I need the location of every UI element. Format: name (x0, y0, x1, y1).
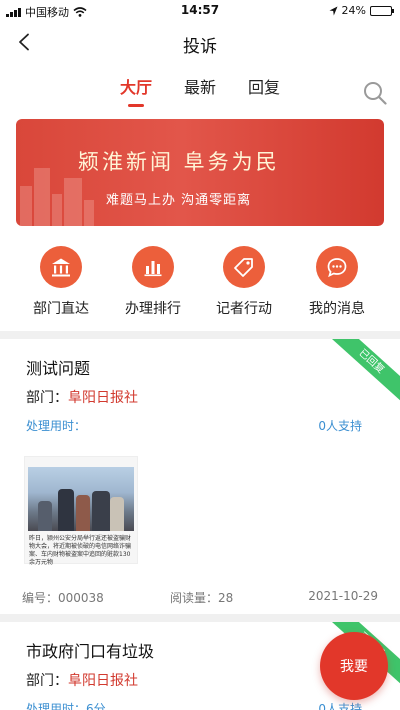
location-arrow-icon (329, 6, 338, 15)
status-badge: 已回复 (324, 339, 400, 406)
thumbnail-photo (28, 467, 134, 531)
bar-chart-icon (144, 261, 162, 277)
tab-reply[interactable]: 回复 (248, 74, 280, 98)
menu-reporter-action[interactable]: 记者行动 (199, 246, 289, 318)
support-count: 0人支持 (318, 419, 362, 433)
department-value: 阜阳日报社 (68, 390, 138, 406)
menu-label: 我的消息 (309, 301, 365, 317)
active-tab-indicator (128, 104, 144, 107)
tab-latest[interactable]: 最新 (184, 74, 216, 98)
support-count: 0人支持 (318, 702, 362, 710)
battery-icon (370, 5, 394, 16)
status-right: 24% (329, 4, 394, 17)
menu-icon-circle (316, 246, 358, 288)
nav-bar: 投诉 (0, 22, 400, 62)
complaint-card[interactable]: 已回复 测试问题 部门：阜阳日报社 处理用时： 0人支持 昨日，颍州公安分局举行… (0, 339, 400, 614)
card-title: 测试问题 (26, 359, 91, 378)
building-icon (52, 258, 70, 277)
department-label: 部门： (26, 390, 68, 406)
chevron-left-icon (19, 33, 29, 51)
processing-time: 处理用时：6分 (26, 702, 106, 710)
complaint-id: 编号：000038 (22, 591, 104, 605)
thumbnail-caption: 昨日，颍州公安分局举行返还被盗骗财物大会，将近期被侦破的电信网络诈骗案、车内财物… (29, 535, 132, 566)
menu-icon-circle (223, 246, 265, 288)
tag-icon (234, 258, 253, 277)
read-count: 阅读量：28 (170, 591, 234, 605)
menu-label: 办理排行 (125, 301, 181, 317)
menu-icon-circle (40, 246, 82, 288)
processing-time: 处理用时： (26, 419, 87, 433)
menu-label: 部门直达 (33, 301, 89, 317)
department-line: 部门：阜阳日报社 (26, 670, 138, 690)
section-divider (0, 331, 400, 339)
battery-percent: 24% (341, 4, 366, 17)
card-thumbnail[interactable]: 昨日，颍州公安分局举行返还被盗骗财物大会，将近期被侦破的电信网络诈骗案、车内财物… (24, 456, 138, 566)
menu-icon-circle (132, 246, 174, 288)
department-line: 部门：阜阳日报社 (26, 387, 138, 407)
card-title: 市政府门口有垃圾 (26, 642, 155, 661)
menu-handling-ranking[interactable]: 办理排行 (108, 246, 198, 318)
banner-title: 颍淮新闻 阜务为民 (78, 150, 280, 174)
quick-menu: 部门直达 办理排行 记者行动 我的消息 (0, 246, 400, 326)
new-complaint-button[interactable]: 我要 (320, 632, 388, 700)
department-value: 阜阳日报社 (68, 673, 138, 689)
search-icon (364, 82, 387, 105)
promo-banner[interactable]: 颍淮新闻 阜务为民 难题马上办 沟通零距离 (16, 119, 384, 226)
banner-subtitle: 难题马上办 沟通零距离 (106, 193, 252, 208)
department-label: 部门： (26, 673, 68, 689)
section-divider (0, 614, 400, 622)
menu-my-messages[interactable]: 我的消息 (292, 246, 382, 318)
status-bar: 中国移动 14:57 24% (0, 0, 400, 22)
back-button[interactable] (12, 28, 36, 56)
complaint-date: 2021-10-29 (308, 589, 378, 603)
message-icon (327, 258, 347, 278)
fab-label: 我要 (340, 659, 368, 675)
tab-hall[interactable]: 大厅 (120, 74, 152, 98)
page-title: 投诉 (183, 37, 217, 57)
tab-bar: 大厅 最新 回复 (0, 70, 400, 110)
search-button[interactable] (362, 80, 388, 106)
menu-department-direct[interactable]: 部门直达 (16, 246, 106, 318)
menu-label: 记者行动 (216, 301, 272, 317)
